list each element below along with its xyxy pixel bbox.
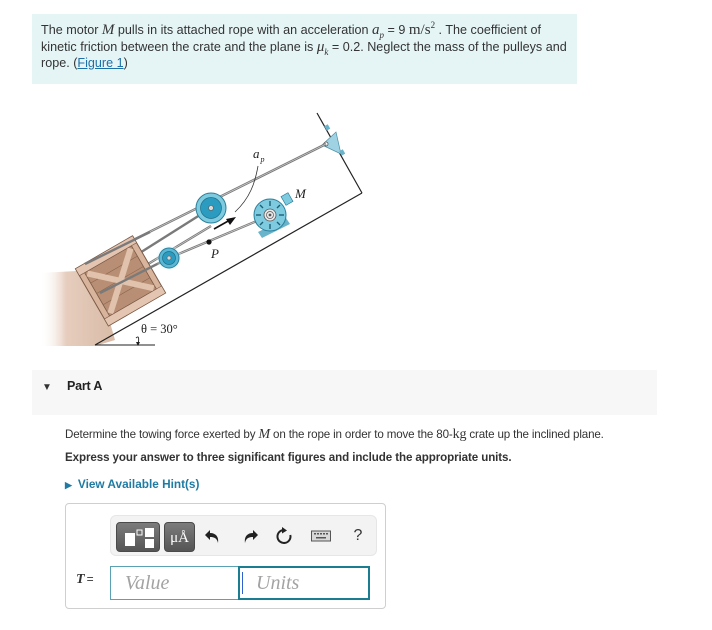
redo-icon xyxy=(244,530,258,543)
keyboard-button[interactable] xyxy=(310,526,332,546)
collapse-toggle-icon[interactable]: ▼ xyxy=(42,382,52,393)
units-button[interactable]: μÅ xyxy=(164,522,195,552)
answer-instruction: Express your answer to three significant… xyxy=(65,451,512,464)
redo-button[interactable] xyxy=(238,526,260,546)
problem-text: The motor M pulls in its attached rope w… xyxy=(41,20,567,71)
question-text: Determine the towing force exerted by M … xyxy=(65,427,604,442)
undo-button[interactable] xyxy=(203,526,225,546)
incline-diagram: ap M P θ = 30° xyxy=(40,112,363,346)
accel-unit: m/s2 xyxy=(408,20,436,39)
templates-icon xyxy=(125,528,154,548)
lower-pulley xyxy=(155,244,183,272)
mu-symbol: μk xyxy=(316,38,329,57)
label-motor: M xyxy=(294,186,307,201)
figure-1[interactable]: ap M P θ = 30° xyxy=(40,108,370,353)
units-input[interactable] xyxy=(238,566,370,600)
view-hints-link[interactable]: ▶ View Available Hint(s) xyxy=(65,477,199,491)
reset-icon xyxy=(276,527,292,544)
keyboard-icon xyxy=(311,530,331,542)
upper-pulley xyxy=(195,192,227,224)
label-p: P xyxy=(210,246,219,261)
variable-label: T = xyxy=(76,572,94,587)
part-title: Part A xyxy=(67,379,103,393)
math-toolbar: μÅ ? xyxy=(110,515,377,556)
undo-icon xyxy=(205,530,219,543)
text-caret xyxy=(242,572,243,594)
hint-label: View Available Hint(s) xyxy=(77,477,200,491)
part-a-header[interactable]: ▼ Part A xyxy=(32,370,657,415)
point-p xyxy=(206,239,212,245)
value-input[interactable] xyxy=(110,566,242,600)
label-angle: θ = 30° xyxy=(141,322,178,336)
expand-triangle-icon: ▶ xyxy=(65,480,72,490)
problem-statement: The motor M pulls in its attached rope w… xyxy=(32,14,577,84)
figure-link[interactable]: Figure 1 xyxy=(77,56,123,70)
motor xyxy=(253,192,294,238)
label-ap: ap xyxy=(253,146,265,164)
templates-button[interactable] xyxy=(116,522,160,552)
answer-panel: μÅ ? T = xyxy=(65,503,386,609)
accel-symbol: ap xyxy=(372,22,385,40)
reset-button[interactable] xyxy=(273,526,295,546)
help-button[interactable]: ? xyxy=(347,526,369,546)
